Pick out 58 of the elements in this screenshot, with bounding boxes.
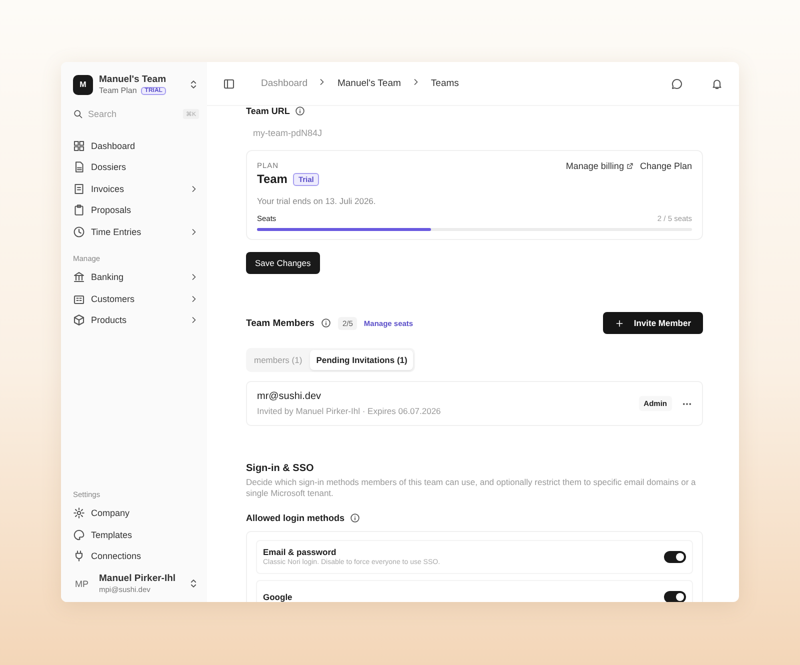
invite-member-button[interactable]: Invite Member [602,312,703,334]
clipboard-icon [73,204,85,216]
breadcrumb-link[interactable]: Dashboard [261,78,308,89]
info-icon [294,106,305,116]
sidebar-item[interactable]: Customers [73,288,199,310]
search-icon [73,109,83,119]
sidebar-item[interactable]: Connections [73,546,199,567]
section-description: Decide which sign-in methods members of this team can use, and optionally restrict them to specific email domains or a single Microsoft tenant. [246,477,697,500]
field-label: Allowed login methods [246,512,344,523]
manage-billing-link[interactable]: Manage billing [566,161,634,171]
method-name: Google [263,592,294,602]
box-icon [73,314,85,326]
sidebar-item[interactable]: Banking [73,266,199,288]
plug-icon [73,550,85,562]
receipt-icon [73,182,85,195]
plus-icon [614,318,624,328]
field-label: Team URL [246,106,290,116]
user-name: Manuel Pirker-Ihl [99,573,177,584]
chat-bubble-icon [671,78,683,90]
team-plan: Team Plan [99,86,137,95]
trial-note: Your trial ends on 13. Juli 2026. [257,196,377,206]
sidebar-item[interactable]: Time Entries [73,221,199,242]
external-link-icon [626,162,634,170]
sidebar-item[interactable]: Templates [73,524,199,546]
sidebar-item[interactable]: Company [73,502,199,524]
bank-icon [73,271,85,284]
team-name: Manuel's Team [99,74,168,85]
section-title: Team Members [246,318,314,328]
building-icon [73,292,85,305]
save-button[interactable]: Save Changes [246,252,320,274]
document-icon [73,161,85,174]
breadcrumb-link[interactable]: Manuel's Team [337,78,401,89]
section-title: Sign-in & SSO [246,463,315,474]
plan-name: Team [257,172,288,186]
team-url-field[interactable]: my-team-pdN84J [253,128,453,138]
sidebar-item[interactable]: Proposals [73,200,199,221]
chevron-up-down-icon [188,79,199,90]
change-plan-link[interactable]: Change Plan [640,161,692,171]
sidebar-toggle-icon [223,78,235,90]
user-avatar: MP [75,578,90,588]
toggle-switch[interactable] [664,590,686,602]
sidebar-item[interactable]: Dashboard [73,135,199,156]
breadcrumb-link[interactable]: Teams [430,78,459,89]
invitation-detail: Invited by Manuel Pirker-Ihl · Expires 06.07.2026 [257,406,442,416]
bell-icon [711,78,723,90]
sidebar-item[interactable]: Invoices [73,178,199,200]
toggle-switch[interactable] [664,550,686,563]
invitation-email: mr@sushi.dev [257,391,322,402]
info-icon [321,318,332,328]
info-icon [350,512,360,523]
method-name: Email & password [263,547,338,558]
tab[interactable]: Pending Invitations (1) [310,350,414,370]
clock-icon [73,226,85,238]
team-avatar: M [73,74,93,94]
chevron-up-down-icon [188,578,199,589]
sidebar-item[interactable]: Products [73,310,199,331]
sidebar-item[interactable]: Dossiers [73,156,199,178]
grid-icon [73,140,85,152]
